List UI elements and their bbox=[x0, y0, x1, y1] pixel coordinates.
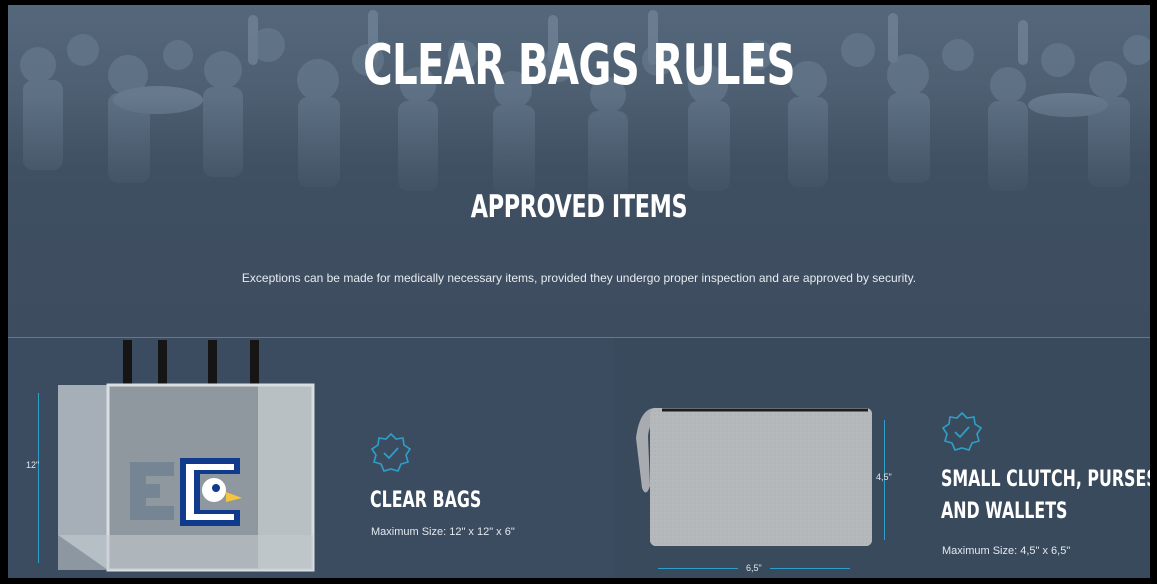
clutch-image bbox=[636, 407, 872, 546]
clear-bag-image bbox=[58, 340, 315, 572]
clutch-width-label: 6,5" bbox=[746, 563, 762, 573]
clear-bags-title: CLEAR BAGS bbox=[370, 488, 482, 513]
page-frame: CLEAR BAGS RULES APPROVED ITEMS Exceptio… bbox=[8, 5, 1150, 578]
clutch-title-line2: AND WALLETS bbox=[941, 499, 1068, 524]
check-badge-icon bbox=[941, 411, 983, 451]
hero-banner: CLEAR BAGS RULES APPROVED ITEMS Exceptio… bbox=[8, 5, 1150, 338]
clutch-height-label: 4,5" bbox=[876, 472, 892, 482]
exception-note: Exceptions can be made for medically nec… bbox=[241, 271, 917, 285]
approved-items-heading: APPROVED ITEMS bbox=[470, 189, 688, 225]
approved-items-section: 12" CLEAR BAGS Maximum Size: 12" x 12" x… bbox=[8, 338, 1150, 578]
clutch-size: Maximum Size: 4,5" x 6,5" bbox=[942, 545, 1071, 557]
clutch-title-line1: SMALL CLUTCH, PURSES bbox=[941, 467, 1150, 492]
clear-bags-size: Maximum Size: 12" x 12" x 6" bbox=[371, 526, 515, 538]
check-badge-icon bbox=[370, 432, 412, 472]
page-title: CLEAR BAGS RULES bbox=[363, 33, 795, 98]
